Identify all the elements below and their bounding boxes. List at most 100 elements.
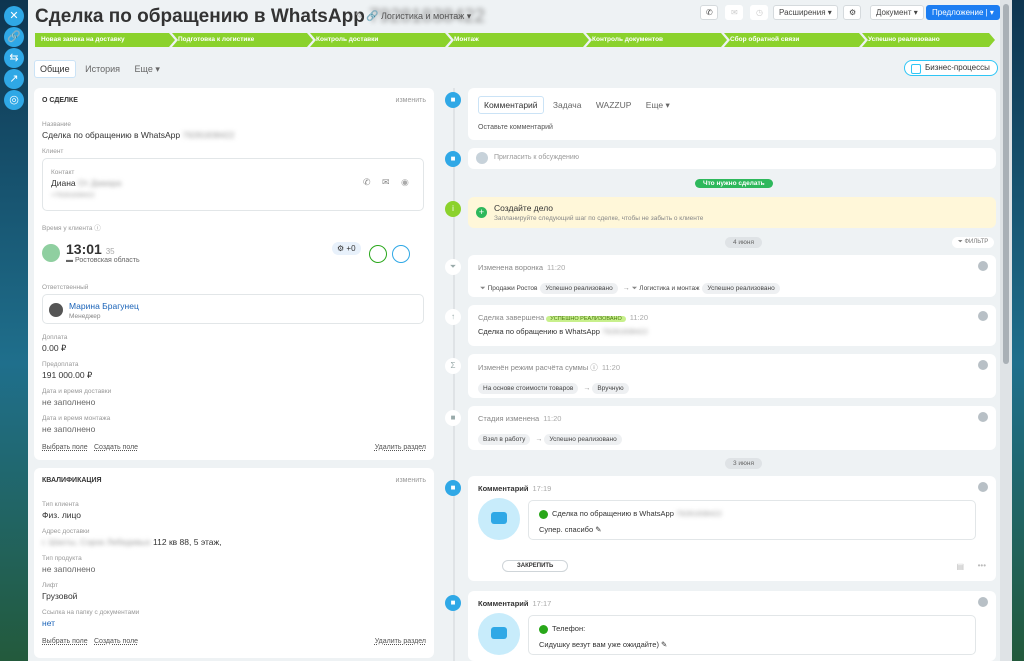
call-icon[interactable]: ✆: [363, 177, 371, 188]
telegram-icon[interactable]: [392, 245, 410, 263]
field-label: Время у клиента ⓘ: [42, 225, 101, 232]
filter-button[interactable]: ⏷ ФИЛЬТР: [952, 237, 995, 248]
field-label: Доплата: [42, 334, 68, 341]
field-label: Контакт: [51, 169, 75, 176]
section-title: О СДЕЛКЕ: [42, 97, 78, 104]
stage-item[interactable]: Монтаж: [448, 33, 589, 47]
comment-line: Телефон:: [539, 624, 585, 634]
documents-link[interactable]: нет: [42, 618, 55, 628]
avatar: [978, 360, 988, 370]
contact-phone: +79281838422: [51, 192, 95, 199]
comment-line: Сидушку везут вам уже ожидайте) ✎: [539, 640, 668, 649]
invite-bar[interactable]: Пригласить к обсуждению: [468, 148, 996, 169]
delete-section-link[interactable]: Удалить раздел: [375, 638, 426, 645]
avatar: [978, 261, 988, 271]
tab-task[interactable]: Задача: [548, 97, 587, 113]
whatsapp-icon[interactable]: [369, 245, 387, 263]
invite-text: Пригласить к обсуждению: [494, 154, 580, 161]
stage-item[interactable]: Новая заявка на доставку: [35, 33, 175, 47]
open-window-icon[interactable]: ↗: [4, 69, 24, 89]
comment-icon: ■: [445, 480, 461, 496]
timeline-item: Сделка завершена УСПЕШНО РЕАЛИЗОВАНО 11:2…: [468, 305, 996, 346]
extensions-button[interactable]: Расширения ▾: [773, 5, 838, 20]
stage-item[interactable]: Контроль доставки: [310, 33, 451, 47]
comment-icon: ■: [445, 92, 461, 108]
event-title: Стадия изменена 11:20: [478, 414, 562, 423]
field-label: Дата и время монтажа: [42, 415, 111, 422]
field-value: не заполнено: [42, 397, 96, 407]
close-icon[interactable]: ✕: [4, 6, 24, 26]
stage-item[interactable]: Успешно реализовано: [862, 33, 995, 47]
event-title: Изменён режим расчёта суммы ⓘ 11:20: [478, 363, 621, 372]
tab-comment[interactable]: Комментарий: [478, 96, 544, 114]
comment-input[interactable]: Оставьте комментарий: [478, 124, 553, 131]
field-label: Ссылка на папку с документами: [42, 609, 140, 616]
composer-tabs: Комментарий Задача WAZZUP Еще ▾: [478, 96, 677, 114]
comment-item: Комментарий 17:19 Сделка по обращению в W…: [468, 476, 996, 581]
tab-more[interactable]: Еще ▾: [130, 61, 165, 78]
tab-general[interactable]: Общие: [34, 60, 76, 78]
tab-wazzup[interactable]: WAZZUP: [591, 97, 637, 113]
tab-history[interactable]: История: [80, 61, 125, 77]
client-time: 13:01 35: [66, 241, 115, 257]
mail-icon[interactable]: ✉: [382, 177, 390, 188]
messenger-count-badge[interactable]: ⚙ +0: [332, 242, 361, 255]
section-title: КВАЛИФИКАЦИЯ: [42, 477, 102, 484]
comment-body: Сделка по обращению в WhatsApp 792818384…: [528, 500, 976, 540]
pick-field-link[interactable]: Выбрать поле: [42, 638, 88, 645]
chat-icon[interactable]: ◉: [401, 177, 409, 188]
phone-icon[interactable]: ✆: [700, 5, 718, 20]
note-icon[interactable]: ▤: [956, 562, 964, 571]
avatar: [978, 311, 988, 321]
business-processes-button[interactable]: Бизнес-процессы: [904, 60, 998, 76]
mail-icon[interactable]: ✉: [725, 5, 743, 20]
chat-icon: ■: [445, 151, 461, 167]
document-button[interactable]: Документ ▾: [870, 5, 924, 20]
contact-card: Контакт Диана От Дамара +79281838422 ✆ ✉…: [42, 158, 424, 211]
contact-name[interactable]: Диана От Дамара: [51, 178, 121, 188]
stage-item[interactable]: Подготовка к логистике: [172, 33, 313, 47]
delete-section-link[interactable]: Удалить раздел: [375, 444, 426, 451]
field-label: Предоплата: [42, 361, 79, 368]
todo-title[interactable]: Создайте дело: [494, 203, 553, 213]
title-edit-icon[interactable]: ✎ 🔗: [355, 11, 379, 22]
about-card: О СДЕЛКЕ изменить Название Сделка по обр…: [34, 88, 434, 460]
edit-link[interactable]: изменить: [396, 97, 426, 104]
settings-icon[interactable]: ⚙: [843, 5, 861, 20]
scrollbar[interactable]: [1000, 0, 1012, 661]
tab-more[interactable]: Еще ▾: [641, 97, 675, 114]
pin-button[interactable]: ЗАКРЕПИТЬ: [502, 560, 569, 572]
scrollbar-thumb[interactable]: [1003, 4, 1009, 364]
clock-icon[interactable]: ◷: [750, 5, 768, 20]
event-body: ⏷ Продажи Ростов Успешно реализовано → ⏷ Лог…: [478, 277, 783, 295]
field-label: Тип клиента: [42, 501, 79, 508]
responsible-card: Марина Брагунец Менеджер: [42, 294, 424, 324]
arrow-up-icon: ↑: [445, 309, 461, 325]
add-user-icon: [476, 152, 488, 164]
split-icon[interactable]: ⇆: [4, 48, 24, 68]
globe-icon[interactable]: ◎: [4, 90, 24, 110]
edit-link[interactable]: изменить: [396, 477, 426, 484]
more-icon[interactable]: •••: [978, 561, 986, 570]
offer-button[interactable]: Предложение | ▾: [926, 5, 1000, 20]
info-icon: i: [445, 201, 461, 217]
event-title: Сделка завершена УСПЕШНО РЕАЛИЗОВАНО 11:2…: [478, 313, 649, 322]
link-icon[interactable]: 🔗: [4, 27, 24, 47]
field-value: Грузовой: [42, 591, 78, 601]
comment-avatar-icon: [478, 498, 520, 540]
whatsapp-icon: [539, 624, 548, 634]
create-field-link[interactable]: Создать поле: [94, 638, 138, 645]
qualification-card: КВАЛИФИКАЦИЯ изменить Тип клиента Физ. л…: [34, 468, 434, 658]
comment-title: Комментарий 17:17: [478, 599, 552, 608]
stage-item[interactable]: Сбор обратной связи: [724, 33, 865, 47]
responsible-name[interactable]: Марина Брагунец: [69, 301, 139, 311]
category-selector[interactable]: Логистика и монтаж ▾: [381, 11, 471, 22]
comment-title: Комментарий 17:19: [478, 484, 552, 493]
todo-tag: Что нужно сделать: [695, 179, 773, 188]
avatar: [978, 412, 988, 422]
event-body: Сделка по обращению в WhatsApp 792818384…: [478, 327, 648, 336]
create-field-link[interactable]: Создать поле: [94, 444, 138, 451]
stage-item[interactable]: Контроль документов: [586, 33, 727, 47]
plus-icon[interactable]: +: [476, 207, 487, 218]
pick-field-link[interactable]: Выбрать поле: [42, 444, 88, 451]
